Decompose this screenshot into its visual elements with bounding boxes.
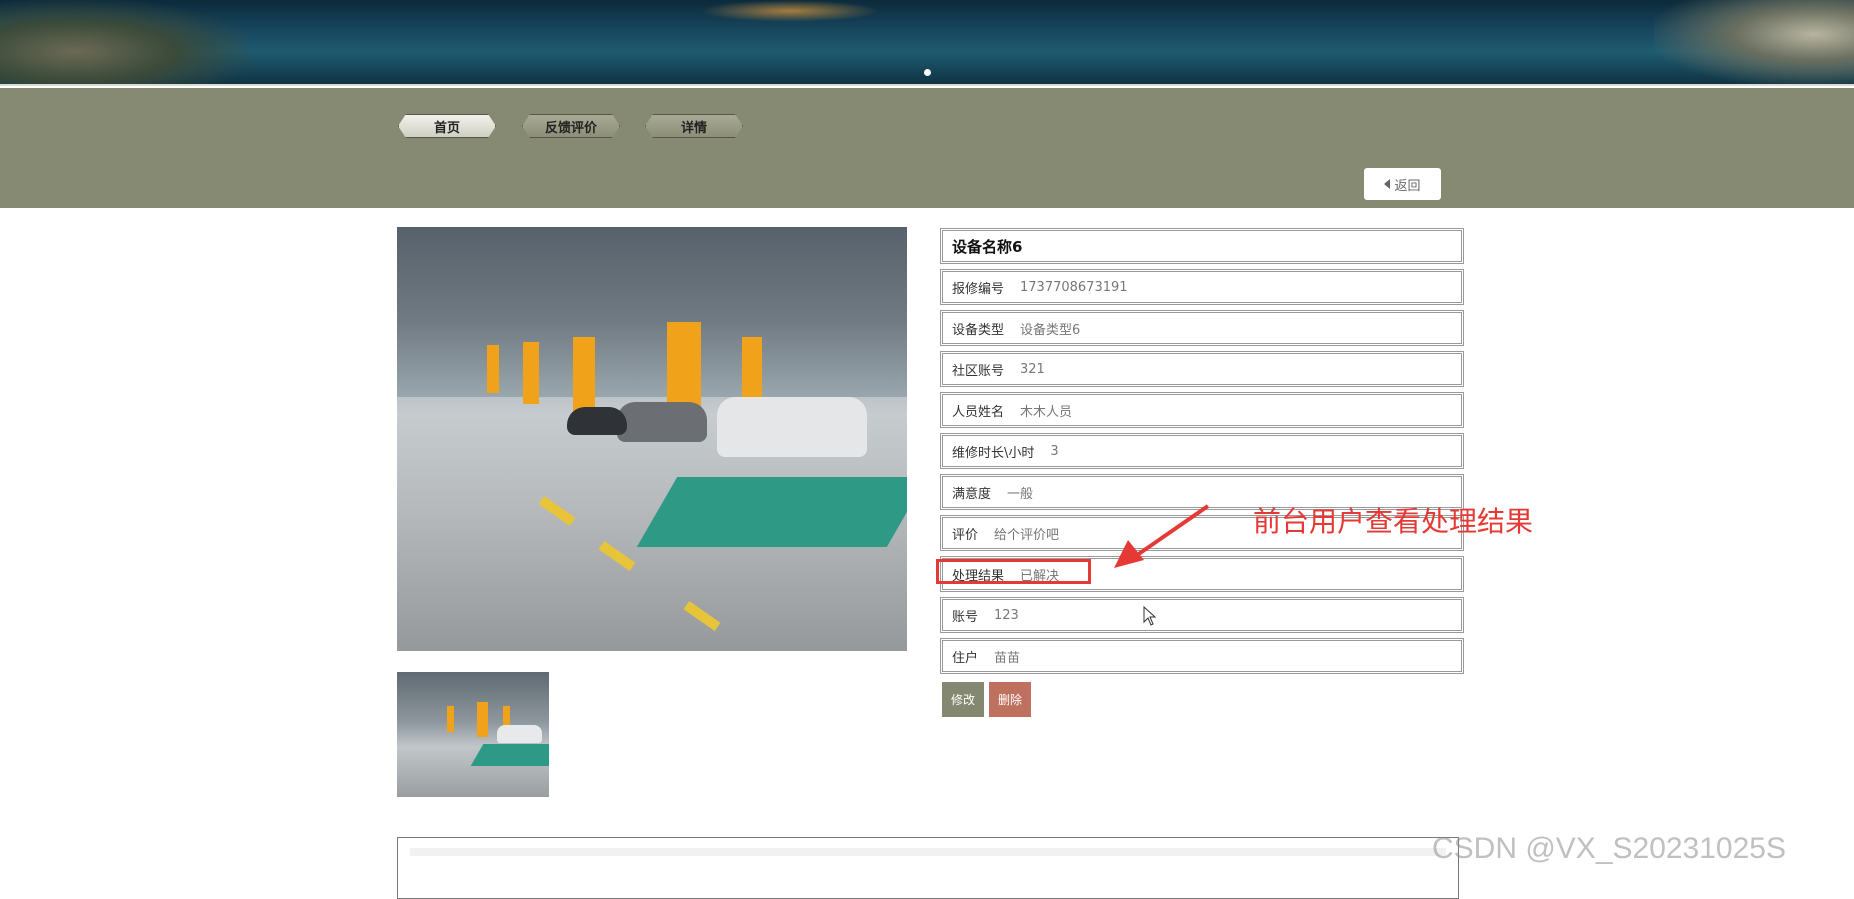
- tab-detail[interactable]: 详情: [645, 114, 743, 138]
- edit-button[interactable]: 修改: [942, 682, 984, 717]
- field-value: 设备类型6: [1020, 322, 1081, 338]
- field-value: 苗苗: [994, 650, 1021, 666]
- field-value: 一般: [1007, 486, 1034, 502]
- tab-home[interactable]: 首页: [398, 114, 496, 138]
- detail-field-staff-name: 人员姓名 木木人员: [940, 392, 1464, 428]
- detail-field-account: 账号 123: [940, 597, 1464, 633]
- watermark: CSDN @VX_S20231025S: [1432, 832, 1786, 865]
- photo-pillar: [487, 345, 499, 393]
- top-banner-image: [0, 0, 1854, 86]
- photo-pillar: [477, 702, 488, 737]
- annotation-arrow-icon: [1114, 504, 1210, 568]
- field-label: 报修编号: [952, 281, 1005, 297]
- carousel-dot[interactable]: [924, 69, 931, 76]
- field-label: 设备类型: [952, 322, 1005, 338]
- field-label: 账号: [952, 609, 979, 625]
- field-value: 1737708673191: [1020, 279, 1128, 295]
- result-highlight-box: [936, 559, 1091, 584]
- back-button-label: 返回: [1394, 178, 1421, 194]
- caret-left-icon: [1384, 179, 1391, 189]
- photo-ceiling: [397, 227, 907, 397]
- photo-car: [567, 407, 627, 435]
- detail-field-community-account: 社区账号 321: [940, 351, 1464, 387]
- main-product-image: [397, 227, 907, 651]
- field-value: 321: [1020, 361, 1045, 377]
- photo-pillar: [523, 342, 539, 404]
- photo-pillar: [447, 706, 454, 732]
- annotation-text: 前台用户查看处理结果: [1253, 505, 1534, 538]
- photo-car: [617, 402, 707, 442]
- banner-shore-left: [0, 0, 250, 86]
- photo-car: [717, 397, 867, 457]
- banner-reflection: [700, 0, 880, 22]
- field-label: 社区账号: [952, 363, 1005, 379]
- field-value: 3: [1050, 443, 1059, 459]
- field-label: 评价: [952, 527, 979, 543]
- device-name: 设备名称6: [952, 237, 1023, 256]
- banner-shore-right: [1654, 0, 1854, 86]
- photo-parking-area: [636, 477, 907, 547]
- banner-bottom-edge: [0, 84, 1854, 86]
- field-label: 维修时长\小时: [952, 445, 1035, 461]
- delete-button[interactable]: 删除: [989, 682, 1031, 717]
- detail-field-repair-number: 报修编号 1737708673191: [940, 269, 1464, 305]
- detail-field-repair-duration: 维修时长\小时 3: [940, 433, 1464, 469]
- detail-field-device-type: 设备类型 设备类型6: [940, 310, 1464, 346]
- field-value: 木木人员: [1020, 404, 1073, 420]
- field-label: 满意度: [952, 486, 992, 502]
- field-value: 给个评价吧: [994, 527, 1060, 543]
- navbar: [0, 88, 1854, 208]
- photo-parking-area: [470, 744, 549, 766]
- mouse-cursor-icon: [1143, 606, 1157, 626]
- thumbnail-image[interactable]: [397, 672, 549, 797]
- comment-section-bar: [410, 848, 1446, 856]
- field-label: 人员姓名: [952, 404, 1005, 420]
- device-name-field: 设备名称6: [940, 228, 1464, 264]
- photo-pillar: [573, 337, 595, 417]
- comment-section: [397, 837, 1459, 899]
- tab-feedback[interactable]: 反馈评价: [522, 114, 620, 138]
- photo-car: [497, 725, 542, 743]
- field-label: 住户: [952, 650, 979, 666]
- field-value: 123: [994, 607, 1019, 623]
- detail-field-resident: 住户 苗苗: [940, 638, 1464, 674]
- back-button[interactable]: 返回: [1364, 168, 1441, 200]
